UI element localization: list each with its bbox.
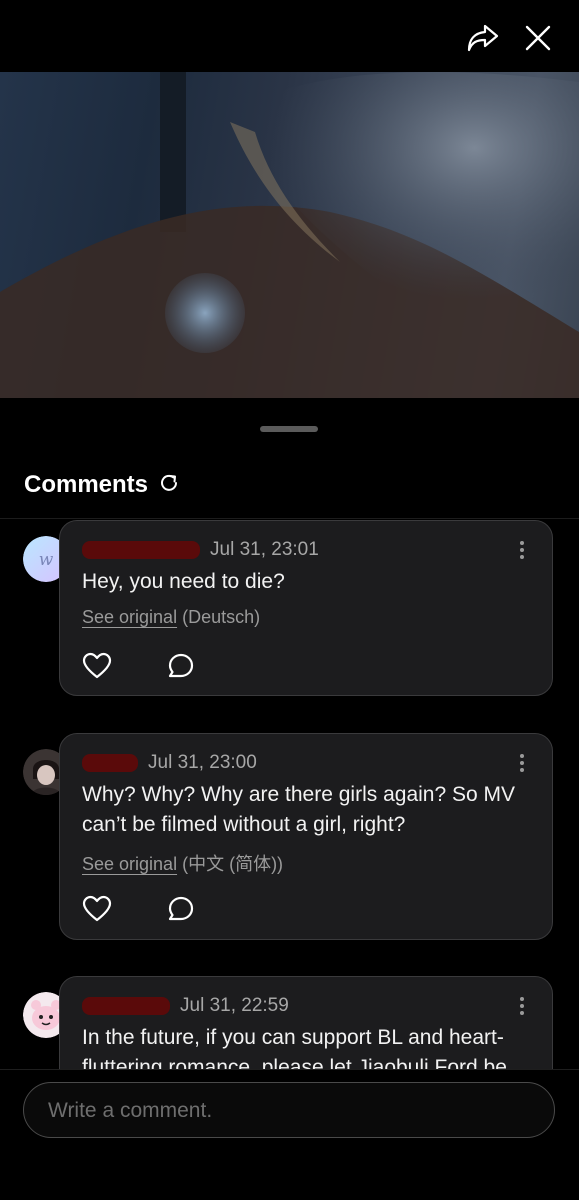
comment-meta: Jul 31, 23:01 bbox=[82, 539, 319, 561]
comment-composer: Write a comment. bbox=[0, 1069, 579, 1200]
refresh-icon[interactable] bbox=[158, 472, 180, 499]
original-language: (中文 (简体)) bbox=[182, 854, 284, 874]
comment-meta: Jul 31, 23:00 bbox=[82, 752, 257, 774]
reply-bubble-icon[interactable] bbox=[166, 651, 196, 681]
comment-text: Hey, you need to die? bbox=[82, 570, 285, 593]
translation-info: See original (中文 (简体)) bbox=[82, 850, 283, 876]
video-preview[interactable] bbox=[0, 72, 579, 398]
comment-input[interactable]: Write a comment. bbox=[23, 1082, 555, 1138]
reply-bubble-icon[interactable] bbox=[166, 894, 196, 924]
see-original-link[interactable]: See original bbox=[82, 854, 177, 874]
divider bbox=[0, 518, 579, 519]
more-options-icon[interactable] bbox=[518, 752, 526, 774]
comment-card: Jul 31, 23:00 Why? Why? Why are there gi… bbox=[59, 733, 553, 940]
translation-info: See original (Deutsch) bbox=[82, 607, 260, 628]
comments-title: Comments bbox=[24, 471, 149, 498]
heart-icon[interactable] bbox=[82, 651, 112, 681]
username-redacted[interactable] bbox=[82, 997, 170, 1015]
comment-meta: Jul 31, 22:59 bbox=[82, 995, 289, 1017]
more-options-icon[interactable] bbox=[518, 539, 526, 561]
comment-time: Jul 31, 23:01 bbox=[210, 539, 319, 560]
share-forward-icon[interactable] bbox=[463, 18, 503, 58]
comment-time: Jul 31, 22:59 bbox=[180, 995, 289, 1016]
original-language: (Deutsch) bbox=[182, 607, 261, 627]
heart-icon[interactable] bbox=[82, 894, 112, 924]
comment-card: Jul 31, 23:01 Hey, you need to die? See … bbox=[59, 520, 553, 696]
see-original-link[interactable]: See original bbox=[82, 607, 177, 627]
comments-header: Comments bbox=[24, 470, 180, 500]
comment-text: Why? Why? Why are there girls again? So … bbox=[82, 783, 516, 836]
close-icon[interactable] bbox=[518, 18, 558, 58]
drag-handle[interactable] bbox=[260, 426, 318, 432]
svg-text:w: w bbox=[39, 550, 54, 570]
username-redacted[interactable] bbox=[82, 754, 138, 772]
more-options-icon[interactable] bbox=[518, 995, 526, 1017]
top-bar bbox=[0, 0, 579, 72]
comment-input-placeholder: Write a comment. bbox=[48, 1099, 213, 1122]
username-redacted[interactable] bbox=[82, 541, 200, 559]
comment-time: Jul 31, 23:00 bbox=[148, 752, 257, 773]
